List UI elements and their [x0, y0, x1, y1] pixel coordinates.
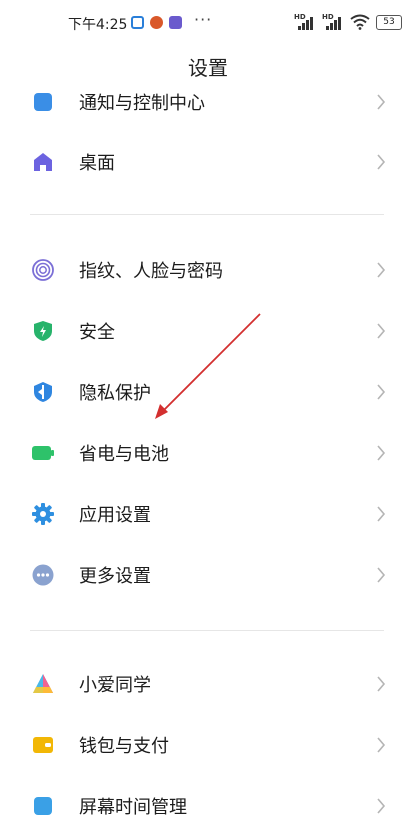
settings-item-more-settings[interactable]: 更多设置: [0, 546, 416, 604]
chevron-right-icon: [377, 154, 386, 170]
gear-icon: [32, 503, 54, 525]
settings-list: 通知与控制中心 桌面 指纹、人脸与密码 安全 隐私保护 省电与电池 应用设置 更…: [0, 0, 416, 818]
settings-item-label: 隐私保护: [79, 383, 151, 404]
settings-item-desktop[interactable]: 桌面: [0, 133, 416, 191]
fingerprint-icon: [32, 259, 54, 281]
more-icon: [32, 564, 54, 586]
chevron-right-icon: [377, 567, 386, 583]
settings-item-label: 通知与控制中心: [79, 93, 205, 114]
chevron-right-icon: [377, 676, 386, 692]
settings-item-label: 桌面: [79, 153, 115, 174]
settings-item-label: 屏幕时间管理: [79, 797, 187, 818]
chevron-right-icon: [377, 323, 386, 339]
xiaoai-icon: [33, 674, 53, 693]
chevron-right-icon: [377, 737, 386, 753]
settings-item-label: 小爱同学: [79, 675, 151, 696]
settings-item-security[interactable]: 安全: [0, 302, 416, 360]
notification-icon: [34, 93, 52, 111]
settings-item-label: 安全: [79, 322, 115, 343]
settings-item-notifications[interactable]: 通知与控制中心: [0, 73, 416, 131]
settings-item-battery[interactable]: 省电与电池: [0, 424, 416, 482]
chevron-right-icon: [377, 384, 386, 400]
settings-item-privacy[interactable]: 隐私保护: [0, 363, 416, 421]
chevron-right-icon: [377, 94, 386, 110]
settings-item-label: 省电与电池: [79, 444, 169, 465]
group-divider: [30, 630, 384, 631]
group-divider: [30, 214, 384, 215]
privacy-icon: [34, 382, 52, 402]
settings-item-label: 更多设置: [79, 566, 151, 587]
settings-item-wallet[interactable]: 钱包与支付: [0, 716, 416, 774]
settings-item-label: 钱包与支付: [79, 736, 169, 757]
settings-item-fingerprint[interactable]: 指纹、人脸与密码: [0, 241, 416, 299]
settings-item-app-settings[interactable]: 应用设置: [0, 485, 416, 543]
settings-item-screen-time[interactable]: 屏幕时间管理: [0, 777, 416, 835]
chevron-right-icon: [377, 506, 386, 522]
battery-icon: [32, 446, 54, 460]
chevron-right-icon: [377, 445, 386, 461]
settings-item-label: 指纹、人脸与密码: [79, 261, 223, 282]
chevron-right-icon: [377, 798, 386, 814]
wallet-icon: [33, 737, 53, 753]
chevron-right-icon: [377, 262, 386, 278]
home-icon: [34, 153, 52, 171]
settings-item-xiaoai[interactable]: 小爱同学: [0, 655, 416, 713]
shield-icon: [34, 321, 52, 341]
screen-time-icon: [34, 797, 52, 815]
settings-item-label: 应用设置: [79, 505, 151, 526]
